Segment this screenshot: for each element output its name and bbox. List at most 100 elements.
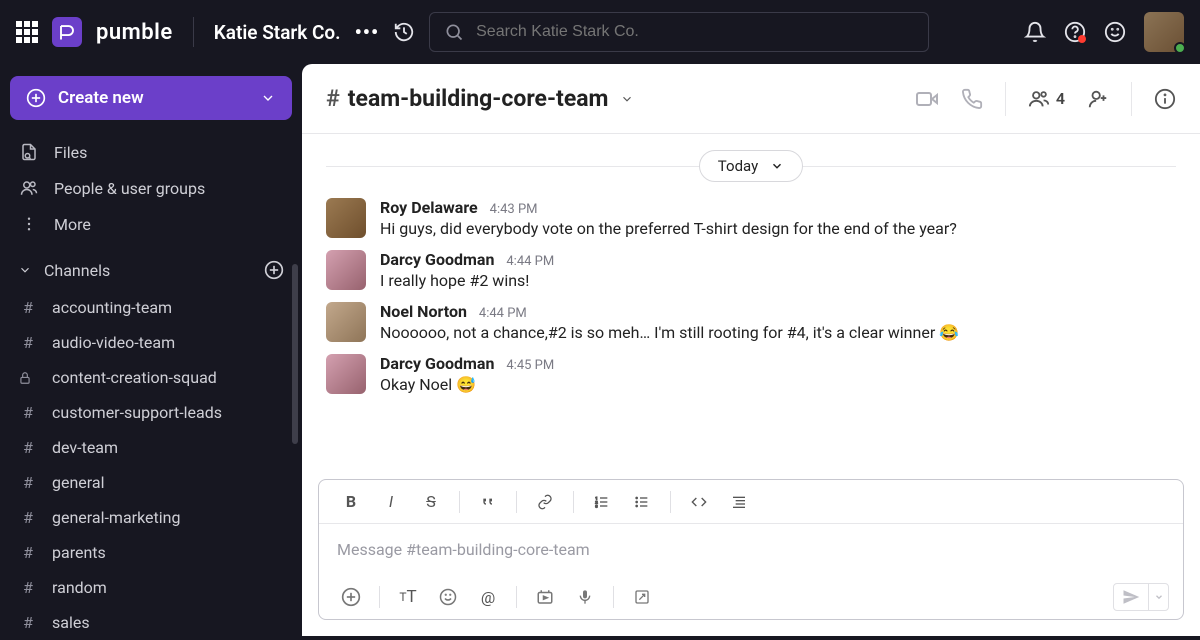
workspace-name[interactable]: Katie Stark Co. xyxy=(214,21,341,44)
channel-item-label: general-marketing xyxy=(52,508,180,527)
nav-more[interactable]: More xyxy=(10,206,292,242)
channel-item-dev-team[interactable]: # dev-team xyxy=(10,430,292,465)
message-text: Hi guys, did everybody vote on the prefe… xyxy=(380,219,1176,238)
shortcut-button[interactable] xyxy=(624,582,660,612)
app-name: pumble xyxy=(96,20,173,45)
channel-item-label: general xyxy=(52,473,105,492)
message-row: Darcy Goodman 4:44 PM I really hope #2 w… xyxy=(326,244,1176,296)
workspace-more-icon[interactable]: ••• xyxy=(355,20,380,44)
ordered-list-button[interactable]: 123 xyxy=(584,487,620,517)
record-video-button[interactable] xyxy=(527,582,563,612)
channel-name: team-building-core-team xyxy=(348,85,609,112)
mention-button[interactable]: @ xyxy=(470,582,506,612)
message-author[interactable]: Noel Norton xyxy=(380,302,467,321)
channel-item-label: sales xyxy=(52,613,90,632)
create-new-label: Create new xyxy=(58,88,144,108)
link-button[interactable] xyxy=(527,487,563,517)
channels-section-header[interactable]: Channels xyxy=(0,242,302,290)
search-bar[interactable] xyxy=(429,12,929,52)
hash-icon: # xyxy=(18,438,38,457)
channel-title[interactable]: # team-building-core-team xyxy=(326,85,634,112)
message-author[interactable]: Roy Delaware xyxy=(380,198,478,217)
notifications-icon[interactable] xyxy=(1024,21,1046,43)
send-options-button[interactable] xyxy=(1148,584,1168,610)
attach-button[interactable] xyxy=(333,582,369,612)
formatting-toggle-button[interactable]: TT xyxy=(390,582,426,612)
add-member-button[interactable] xyxy=(1087,88,1109,110)
app-logo-icon xyxy=(52,17,82,47)
chevron-down-icon xyxy=(620,92,634,106)
nav-files-label: Files xyxy=(54,143,87,162)
user-avatar[interactable] xyxy=(1144,12,1184,52)
code-block-button[interactable] xyxy=(721,487,757,517)
message-time: 4:44 PM xyxy=(506,254,554,269)
help-icon[interactable] xyxy=(1064,21,1086,43)
channel-item-general[interactable]: #general xyxy=(10,465,292,500)
scrollbar[interactable] xyxy=(292,264,298,444)
record-audio-button[interactable] xyxy=(567,582,603,612)
channel-item-customer-support-leads[interactable]: #customer-support-leads xyxy=(10,395,292,430)
voice-call-button[interactable] xyxy=(961,88,983,110)
message-avatar[interactable] xyxy=(326,198,366,238)
channel-item-parents[interactable]: #parents xyxy=(10,535,292,570)
channel-item-general-marketing[interactable]: # general-marketing xyxy=(10,500,292,535)
add-channel-button[interactable] xyxy=(264,260,284,280)
message-text: Okay Noel 😅 xyxy=(380,375,1176,394)
message-avatar[interactable] xyxy=(326,354,366,394)
emoji-reactions-icon[interactable] xyxy=(1104,21,1126,43)
channel-info-button[interactable] xyxy=(1154,88,1176,110)
message-input[interactable]: Message #team-building-core-team xyxy=(319,524,1183,575)
nav-files[interactable]: Files xyxy=(10,134,292,170)
blockquote-button[interactable] xyxy=(470,487,506,517)
video-call-button[interactable] xyxy=(915,87,939,111)
chevron-down-icon xyxy=(260,90,276,106)
message-avatar[interactable] xyxy=(326,302,366,342)
divider xyxy=(573,491,574,513)
member-count-button[interactable]: 4 xyxy=(1028,88,1065,110)
hash-icon: # xyxy=(18,613,38,632)
message-author[interactable]: Darcy Goodman xyxy=(380,250,494,269)
channel-item-random[interactable]: #random xyxy=(10,570,292,605)
code-button[interactable] xyxy=(681,487,717,517)
nav-more-label: More xyxy=(54,215,91,234)
channel-item-label: random xyxy=(52,578,107,597)
history-icon[interactable] xyxy=(393,21,415,43)
channel-item-label: customer-support-leads xyxy=(52,403,222,422)
message-time: 4:45 PM xyxy=(506,358,554,373)
bullet-list-button[interactable] xyxy=(624,487,660,517)
message-row: Darcy Goodman 4:45 PM Okay Noel 😅 xyxy=(326,348,1176,400)
channel-item-sales[interactable]: # sales xyxy=(10,605,292,640)
hash-icon: # xyxy=(18,333,38,352)
send-button[interactable] xyxy=(1114,584,1148,610)
italic-button[interactable]: I xyxy=(373,487,409,517)
message-row: Roy Delaware 4:43 PM Hi guys, did everyb… xyxy=(326,192,1176,244)
hash-icon: # xyxy=(18,543,38,562)
message-author[interactable]: Darcy Goodman xyxy=(380,354,494,373)
create-new-button[interactable]: Create new xyxy=(10,76,292,120)
channel-item-accounting-team[interactable]: #accounting-team xyxy=(10,290,292,325)
date-divider-pill[interactable]: Today xyxy=(699,150,803,182)
hash-icon: # xyxy=(326,85,340,112)
emoji-picker-button[interactable] xyxy=(430,582,466,612)
channel-item-content-creation-squad[interactable]: content-creation-squad xyxy=(10,360,292,395)
search-input[interactable] xyxy=(476,23,914,41)
message-text: I really hope #2 wins! xyxy=(380,271,1176,290)
svg-text:3: 3 xyxy=(595,503,597,508)
message-text: Noooooo, not a chance,#2 is so meh… I'm … xyxy=(380,323,1176,342)
presence-online-dot xyxy=(1174,42,1186,54)
people-icon xyxy=(1028,88,1050,110)
channel-item-label: content-creation-squad xyxy=(52,368,217,387)
apps-grid-icon[interactable] xyxy=(16,21,38,43)
plus-circle-icon xyxy=(26,88,46,108)
strikethrough-button[interactable]: S xyxy=(413,487,449,517)
channels-section-label: Channels xyxy=(44,261,110,280)
channel-item-label: dev-team xyxy=(52,438,118,457)
message-composer: B I S 123 Message #team-building-core-te… xyxy=(318,479,1184,620)
hash-icon: # xyxy=(18,508,38,527)
bold-button[interactable]: B xyxy=(333,487,369,517)
channel-item-audio-video-team[interactable]: #audio-video-team xyxy=(10,325,292,360)
nav-people[interactable]: People & user groups xyxy=(10,170,292,206)
divider xyxy=(613,586,614,608)
message-avatar[interactable] xyxy=(326,250,366,290)
people-icon xyxy=(18,179,40,197)
